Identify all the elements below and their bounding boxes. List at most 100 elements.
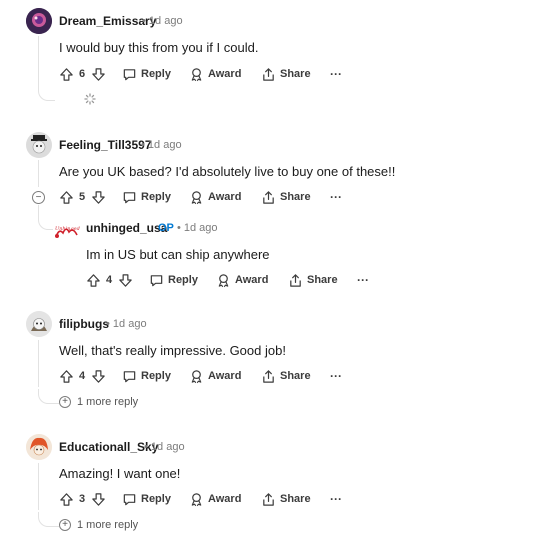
award-button[interactable]: Award <box>189 65 241 83</box>
reply-button[interactable]: Reply <box>122 490 171 508</box>
thread-branch <box>38 84 55 101</box>
share-icon <box>288 273 303 288</box>
upvote-icon <box>59 492 74 507</box>
upvote-icon <box>59 67 74 82</box>
reply-label: Reply <box>168 274 198 286</box>
avatar-text: Unhinged <box>55 226 80 232</box>
reply-button[interactable]: Reply <box>122 188 171 206</box>
downvote-icon <box>91 369 106 384</box>
reply-button[interactable]: Reply <box>122 367 171 385</box>
op-badge: OP <box>158 222 174 234</box>
comment-time: 1d ago <box>147 139 182 151</box>
reply-button[interactable]: Reply <box>149 271 198 289</box>
downvote-icon <box>118 273 133 288</box>
comment-actions: 6 Reply Award Share ··· <box>59 65 359 83</box>
downvote-button[interactable] <box>91 65 106 83</box>
reply-label: Reply <box>141 493 171 505</box>
share-icon <box>261 369 276 384</box>
comment-meta: • 1d ago <box>141 139 182 151</box>
comment-meta: • 1d ago <box>144 441 185 453</box>
comment-text: Im in US but can ship anywhere <box>86 247 270 262</box>
downvote-button[interactable] <box>118 271 133 289</box>
share-label: Share <box>307 274 338 286</box>
downvote-icon <box>91 492 106 507</box>
thread-branch <box>38 205 53 230</box>
comment-text: Are you UK based? I'd absolutely live to… <box>59 164 396 179</box>
more-options-button[interactable]: ··· <box>357 271 369 289</box>
downvote-button[interactable] <box>91 188 106 206</box>
more-options-button[interactable]: ··· <box>330 188 342 206</box>
more-options-button[interactable]: ··· <box>330 65 342 83</box>
vote-count: 3 <box>79 493 86 505</box>
separator: • <box>176 222 181 234</box>
more-replies-link[interactable]: + 1 more reply <box>59 519 138 531</box>
upvote-icon <box>59 190 74 205</box>
share-icon <box>261 492 276 507</box>
separator: • <box>106 318 110 330</box>
share-label: Share <box>280 191 311 203</box>
comment-username[interactable]: Feeling_Till3597 <box>59 138 152 152</box>
downvote-button[interactable] <box>91 367 106 385</box>
vote-count: 4 <box>106 274 113 286</box>
thread-line <box>38 160 39 187</box>
thread-line <box>38 340 39 387</box>
award-button[interactable]: Award <box>216 271 268 289</box>
avatar[interactable] <box>26 311 52 337</box>
award-label: Award <box>208 191 242 203</box>
comment-meta: • 1d ago <box>142 15 183 27</box>
award-button[interactable]: Award <box>189 490 241 508</box>
separator: • <box>142 15 146 27</box>
share-button[interactable]: Share <box>261 367 311 385</box>
thread-line <box>38 463 39 510</box>
collapse-thread-button[interactable]: − <box>32 191 45 204</box>
upvote-button[interactable] <box>59 65 74 83</box>
reply-button[interactable]: Reply <box>122 65 171 83</box>
comment-actions: 4 Reply Award Share ··· <box>59 367 359 385</box>
reply-label: Reply <box>141 370 171 382</box>
share-label: Share <box>280 68 311 80</box>
award-icon <box>189 369 204 384</box>
share-button[interactable]: Share <box>288 271 338 289</box>
reply-icon <box>122 492 137 507</box>
award-label: Award <box>235 274 269 286</box>
comment-username[interactable]: unhinged_usa <box>86 221 167 235</box>
more-replies-label: 1 more reply <box>77 396 139 408</box>
avatar[interactable]: Unhinged <box>53 219 81 245</box>
share-button[interactable]: Share <box>261 65 311 83</box>
loading-spinner-icon <box>84 92 96 105</box>
vote-count: 4 <box>79 370 86 382</box>
comment-meta: OP • 1d ago <box>158 222 218 234</box>
avatar[interactable] <box>26 8 52 34</box>
upvote-button[interactable] <box>59 188 74 206</box>
avatar[interactable] <box>26 434 52 460</box>
award-label: Award <box>208 370 242 382</box>
upvote-button[interactable] <box>59 367 74 385</box>
more-replies-link[interactable]: + 1 more reply <box>59 396 138 408</box>
more-options-button[interactable]: ··· <box>330 367 342 385</box>
share-icon <box>261 67 276 82</box>
award-icon <box>189 67 204 82</box>
upvote-button[interactable] <box>59 490 74 508</box>
comment-meta: • 1d ago <box>106 318 147 330</box>
downvote-icon <box>91 67 106 82</box>
share-button[interactable]: Share <box>261 490 311 508</box>
vote-count: 6 <box>79 68 86 80</box>
more-options-button[interactable]: ··· <box>330 490 342 508</box>
upvote-icon <box>86 273 101 288</box>
award-button[interactable]: Award <box>189 188 241 206</box>
upvote-icon <box>59 369 74 384</box>
award-icon <box>189 492 204 507</box>
comment-actions: 4 Reply Award Share ··· <box>86 271 386 289</box>
downvote-button[interactable] <box>91 490 106 508</box>
comment-text: Well, that's really impressive. Good job… <box>59 343 286 358</box>
avatar[interactable] <box>26 132 52 158</box>
upvote-button[interactable] <box>86 271 101 289</box>
share-icon <box>261 190 276 205</box>
comment-time: 1d ago <box>112 318 147 330</box>
comment-username[interactable]: filipbugs <box>59 317 109 331</box>
comment-actions: 3 Reply Award Share ··· <box>59 490 359 508</box>
award-button[interactable]: Award <box>189 367 241 385</box>
reply-icon <box>122 67 137 82</box>
share-button[interactable]: Share <box>261 188 311 206</box>
thread-branch <box>38 389 59 404</box>
